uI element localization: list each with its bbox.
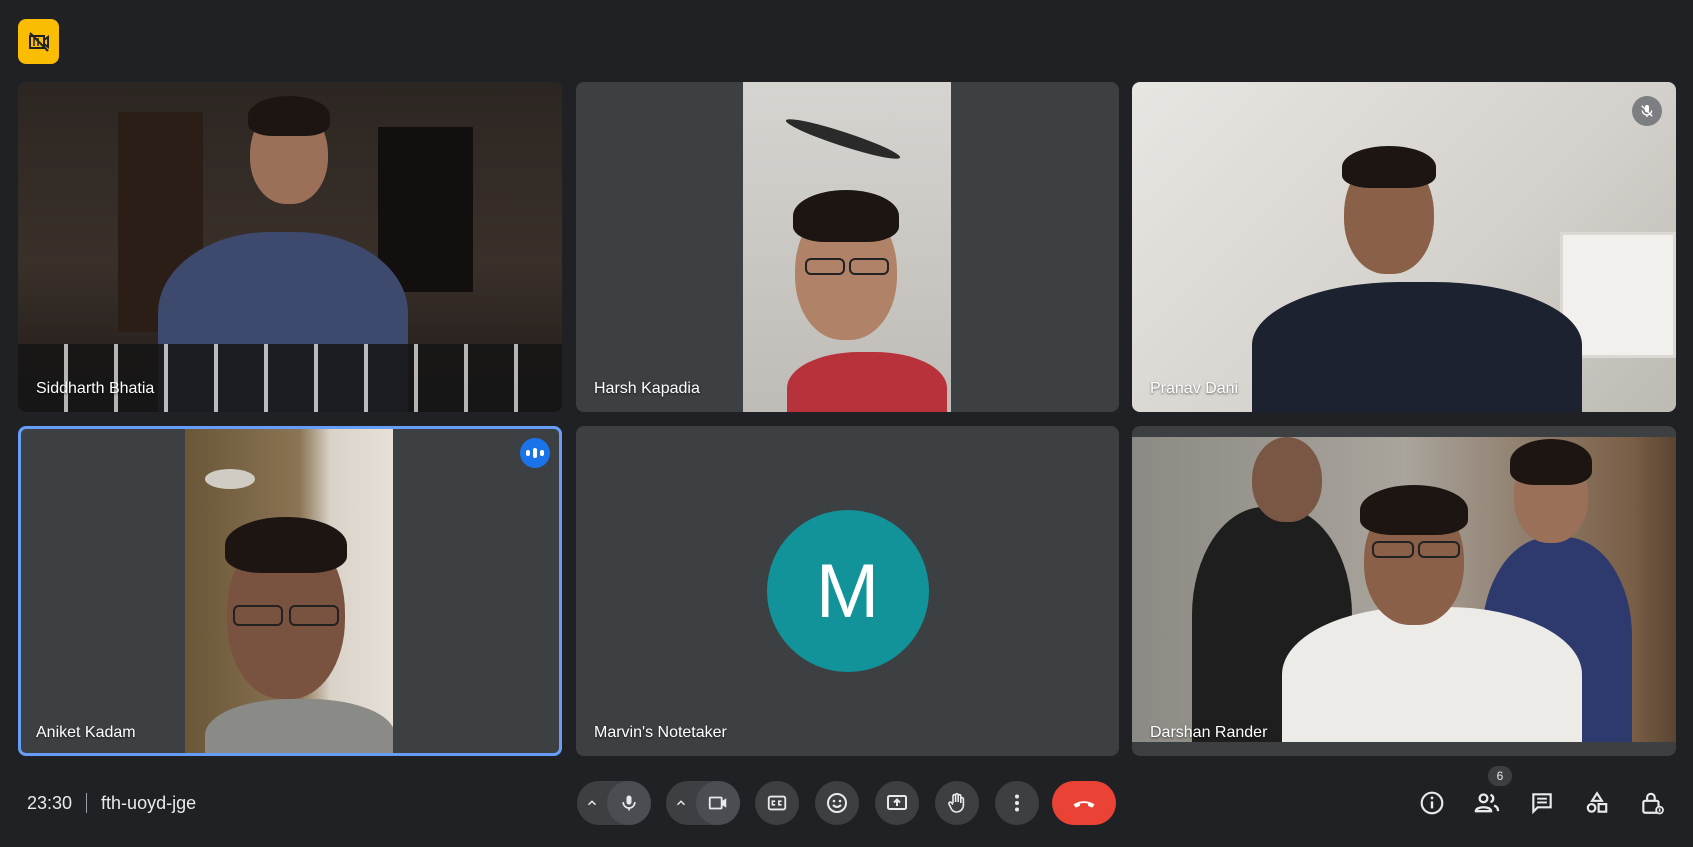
- recording-indicator[interactable]: [18, 19, 59, 64]
- end-call-icon: [1073, 801, 1095, 808]
- present-icon: [887, 795, 907, 810]
- camera-icon: [708, 796, 727, 810]
- participant-video: [1132, 437, 1676, 742]
- mic-control: [577, 781, 651, 825]
- participant-video: [18, 82, 562, 412]
- raise-hand-button[interactable]: [935, 781, 979, 825]
- speaking-indicator-icon: [520, 438, 550, 468]
- captions-icon: [767, 795, 787, 811]
- activities-icon: [1586, 791, 1608, 813]
- people-button[interactable]: [1469, 785, 1505, 821]
- mic-options-button[interactable]: [577, 796, 607, 810]
- participant-tile-notetaker[interactable]: M Marvin's Notetaker: [576, 426, 1119, 756]
- raise-hand-icon: [948, 792, 965, 813]
- info-icon: [1420, 791, 1444, 815]
- host-controls-icon: [1642, 792, 1664, 815]
- meeting-time: 23:30: [27, 792, 73, 813]
- meeting-code[interactable]: fth-uoyd-jge: [101, 793, 196, 814]
- meeting-info-button[interactable]: [1414, 785, 1450, 821]
- participant-name: Marvin's Notetaker: [594, 724, 727, 741]
- participant-tile-siddharth[interactable]: Siddharth Bhatia: [18, 82, 562, 412]
- people-icon: [1474, 793, 1500, 813]
- chevron-up-icon: [587, 800, 597, 806]
- emoji-reaction-button[interactable]: [815, 781, 859, 825]
- participant-tile-harsh[interactable]: Harsh Kapadia: [576, 82, 1119, 412]
- activities-button[interactable]: [1579, 785, 1615, 821]
- participant-tile-darshan[interactable]: Darshan Rander: [1132, 426, 1676, 756]
- more-options-icon: [1015, 794, 1019, 812]
- divider: [86, 793, 88, 813]
- participant-video: [185, 429, 393, 753]
- end-call-button[interactable]: [1052, 781, 1116, 825]
- emoji-icon: [827, 793, 847, 813]
- captions-button[interactable]: [755, 781, 799, 825]
- camera-button[interactable]: [696, 781, 740, 825]
- mic-off-icon: [1641, 105, 1653, 117]
- chat-icon: [1532, 793, 1552, 815]
- participant-name: Darshan Rander: [1150, 724, 1268, 741]
- participant-name: Pranav Dani: [1150, 380, 1239, 397]
- more-options-button[interactable]: [995, 781, 1039, 825]
- muted-indicator: [1632, 96, 1662, 126]
- meeting-details: 23:30 fth-uoyd-jge: [27, 791, 196, 815]
- chevron-up-icon: [676, 800, 686, 806]
- participant-tile-aniket[interactable]: Aniket Kadam: [18, 426, 562, 756]
- avatar: M: [766, 510, 929, 672]
- participant-name: Harsh Kapadia: [594, 380, 700, 397]
- camera-control: [666, 781, 740, 825]
- participant-video: [1132, 82, 1676, 412]
- participant-name: Siddharth Bhatia: [36, 380, 155, 397]
- participant-video: [743, 82, 951, 412]
- mic-icon: [622, 795, 636, 811]
- people-count-badge: 6: [1488, 766, 1512, 786]
- chat-button[interactable]: [1524, 785, 1560, 821]
- recording-off-icon: [28, 31, 49, 52]
- camera-options-button[interactable]: [666, 796, 696, 810]
- mic-button[interactable]: [607, 781, 651, 825]
- present-screen-button[interactable]: [875, 781, 919, 825]
- host-controls-button[interactable]: [1634, 785, 1670, 821]
- participant-name: Aniket Kadam: [36, 724, 136, 741]
- participant-tile-pranav[interactable]: Pranav Dani: [1132, 82, 1676, 412]
